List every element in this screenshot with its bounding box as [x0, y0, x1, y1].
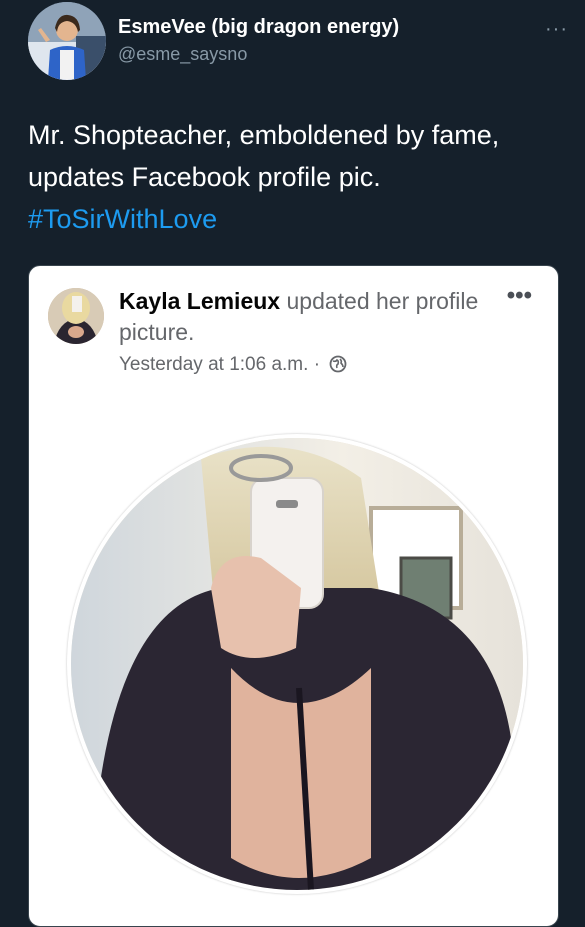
tweet-text: Mr. Shopteacher, emboldened by fame, upd…	[28, 114, 548, 240]
fb-author-name[interactable]: Kayla Lemieux	[119, 288, 280, 314]
author-handle[interactable]: @esme_saysno	[118, 44, 247, 65]
fb-more-horizontal-icon[interactable]: •••	[507, 282, 532, 310]
author-avatar[interactable]	[28, 2, 106, 80]
fb-post-text: Kayla Lemieux updated her profile pictur…	[119, 286, 479, 348]
fb-timestamp[interactable]: Yesterday at 1:06 a.m. ·	[119, 354, 320, 375]
fb-author-avatar	[48, 288, 104, 344]
facebook-screenshot-card[interactable]: Kayla Lemieux updated her profile pictur…	[28, 265, 559, 927]
tweet-header: EsmeVee (big dragon energy) @esme_saysno…	[28, 0, 568, 80]
more-horizontal-icon[interactable]: ···	[545, 18, 568, 41]
globe-icon	[329, 355, 347, 379]
fb-timestamp-row: Yesterday at 1:06 a.m. ·	[119, 354, 347, 379]
author-display-name[interactable]: EsmeVee (big dragon energy)	[118, 16, 399, 39]
profile-picture	[67, 434, 527, 894]
hashtag-link[interactable]: #ToSirWithLove	[28, 204, 217, 234]
tweet-body: Mr. Shopteacher, emboldened by fame, upd…	[28, 120, 500, 192]
